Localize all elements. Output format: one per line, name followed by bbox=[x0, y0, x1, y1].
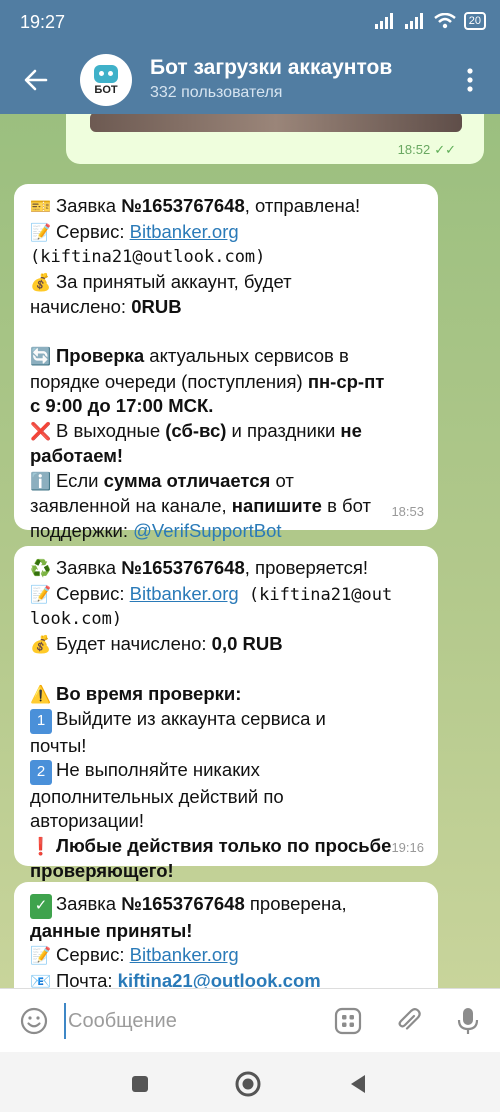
memo-icon: 📝 bbox=[30, 946, 52, 965]
keycap-2-icon: 2 bbox=[30, 760, 52, 785]
avatar-label: БОТ bbox=[94, 83, 118, 96]
status-bar: 19:27 20 bbox=[0, 0, 500, 46]
signal-icon-2 bbox=[404, 13, 423, 29]
envelope-icon: 📧 bbox=[30, 971, 52, 989]
attach-button[interactable] bbox=[392, 1005, 424, 1037]
wifi-icon bbox=[433, 13, 456, 29]
grid-icon bbox=[334, 1007, 362, 1035]
bot-commands-button[interactable] bbox=[332, 1005, 364, 1037]
more-menu-button[interactable] bbox=[452, 60, 488, 100]
system-navigation-bar bbox=[0, 1052, 500, 1112]
incoming-message[interactable]: ✓ Заявка №1653767648 проверена, данные пр… bbox=[14, 882, 438, 988]
memo-icon: 📝 bbox=[30, 584, 52, 604]
service-link[interactable]: Bitbanker.org bbox=[130, 221, 239, 242]
triangle-back-icon bbox=[351, 1075, 365, 1093]
service-link[interactable]: Bitbanker.org bbox=[130, 583, 239, 604]
outgoing-message[interactable]: 18:52 ✓✓ bbox=[66, 114, 484, 164]
paperclip-icon bbox=[398, 1008, 421, 1030]
support-bot-link[interactable]: @VerifSupportBot bbox=[133, 520, 281, 541]
memo-icon: 📝 bbox=[30, 222, 52, 242]
money-bag-icon: 💰 bbox=[30, 272, 52, 292]
money-bag-icon: 💰 bbox=[30, 634, 52, 654]
cross-icon: ❌ bbox=[30, 421, 52, 441]
more-vertical-icon bbox=[467, 68, 473, 92]
system-back-button[interactable] bbox=[344, 1070, 372, 1098]
check-mark-icon: ✓ bbox=[30, 894, 52, 919]
arrow-left-icon bbox=[24, 69, 48, 91]
refresh-icon: 🔄 bbox=[30, 347, 52, 366]
recycle-icon: ♻️ bbox=[30, 559, 52, 578]
incoming-message[interactable]: 🎫 Заявка №1653767648, отправлена! 📝 Сервис… bbox=[14, 184, 438, 541]
message-composer bbox=[0, 988, 500, 1052]
emoji-button[interactable] bbox=[18, 1005, 50, 1037]
email-link[interactable]: kiftina21@outlook.com bbox=[118, 970, 321, 989]
exclamation-icon: ❗ bbox=[30, 836, 52, 856]
double-check-icon: ✓✓ bbox=[434, 142, 456, 157]
robot-icon bbox=[94, 64, 118, 83]
recents-button[interactable] bbox=[126, 1070, 154, 1098]
microphone-icon bbox=[457, 1008, 479, 1034]
chat-header: БОТ Бот загрузки аккаунтов 332 пользоват… bbox=[0, 46, 500, 114]
status-time: 19:27 bbox=[20, 12, 66, 32]
chat-area[interactable]: 18:52 ✓✓ 🎫 Заявка №1653767648, отправлена!… bbox=[0, 114, 500, 988]
ticket-icon: 🎫 bbox=[30, 197, 52, 216]
home-button[interactable] bbox=[234, 1070, 262, 1098]
voice-record-button[interactable] bbox=[452, 1005, 484, 1037]
battery-icon: 20 bbox=[463, 12, 486, 30]
keycap-1-icon: 1 bbox=[30, 709, 52, 734]
message-time: 18:52 ✓✓ bbox=[397, 142, 456, 157]
back-button[interactable] bbox=[16, 60, 56, 100]
message-time: 18:53 bbox=[391, 503, 424, 519]
smiley-icon bbox=[20, 1007, 48, 1035]
incoming-message[interactable]: ♻️ Заявка №1653767648, проверяется! 📝 Серв… bbox=[14, 546, 438, 881]
attached-image[interactable] bbox=[90, 114, 462, 132]
circle-icon bbox=[235, 1071, 261, 1097]
message-time: 19:16 bbox=[391, 839, 424, 855]
signal-icon bbox=[374, 13, 393, 29]
chat-title[interactable]: Бот загрузки аккаунтов bbox=[150, 56, 392, 80]
chat-subtitle: 332 пользователя bbox=[150, 84, 283, 101]
service-link[interactable]: Bitbanker.org bbox=[130, 944, 239, 965]
message-input[interactable] bbox=[64, 1003, 314, 1039]
square-icon bbox=[132, 1076, 148, 1092]
avatar[interactable]: БОТ bbox=[80, 54, 132, 106]
warning-icon: ⚠️ bbox=[30, 684, 52, 704]
info-icon: ℹ️ bbox=[30, 471, 52, 491]
status-icons: 20 bbox=[374, 12, 486, 30]
